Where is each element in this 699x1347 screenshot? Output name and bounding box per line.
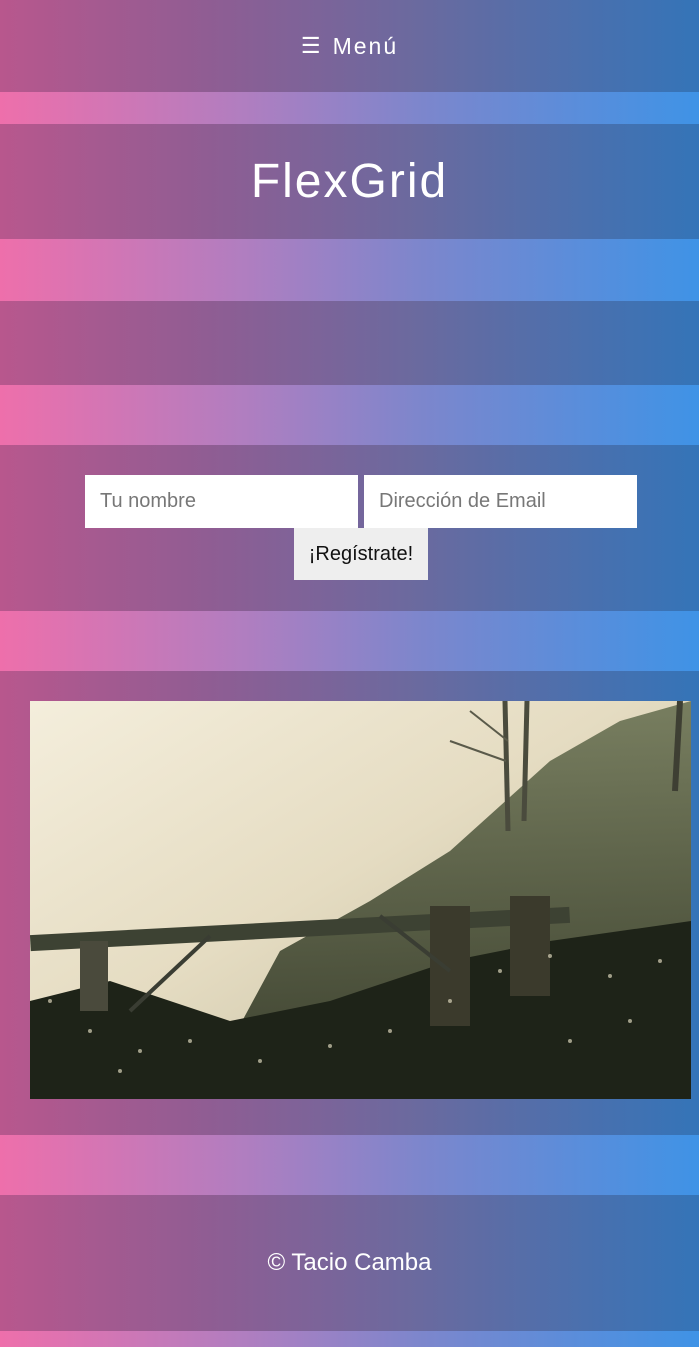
hamburger-icon: ☰ [300, 33, 321, 58]
menu-button[interactable]: ☰ Menú [301, 33, 398, 60]
landscape-photo [30, 701, 691, 1099]
landscape-illustration [30, 701, 691, 1099]
name-field[interactable] [85, 475, 358, 528]
signup-section: ¡Regístrate! [0, 445, 699, 611]
footer: © Tacio Camba [0, 1195, 699, 1331]
site-title: FlexGrid [250, 155, 449, 208]
nav-bar: ☰ Menú [0, 0, 699, 92]
signup-inputs [85, 475, 637, 528]
image-section [0, 671, 699, 1135]
email-field[interactable] [364, 475, 637, 528]
copyright-text: © Tacio Camba [267, 1249, 432, 1276]
empty-section [0, 301, 699, 385]
signup-form: ¡Regístrate! [85, 475, 637, 580]
signup-button[interactable]: ¡Regístrate! [294, 528, 428, 580]
header: FlexGrid [0, 124, 699, 239]
menu-label: Menú [332, 32, 399, 59]
